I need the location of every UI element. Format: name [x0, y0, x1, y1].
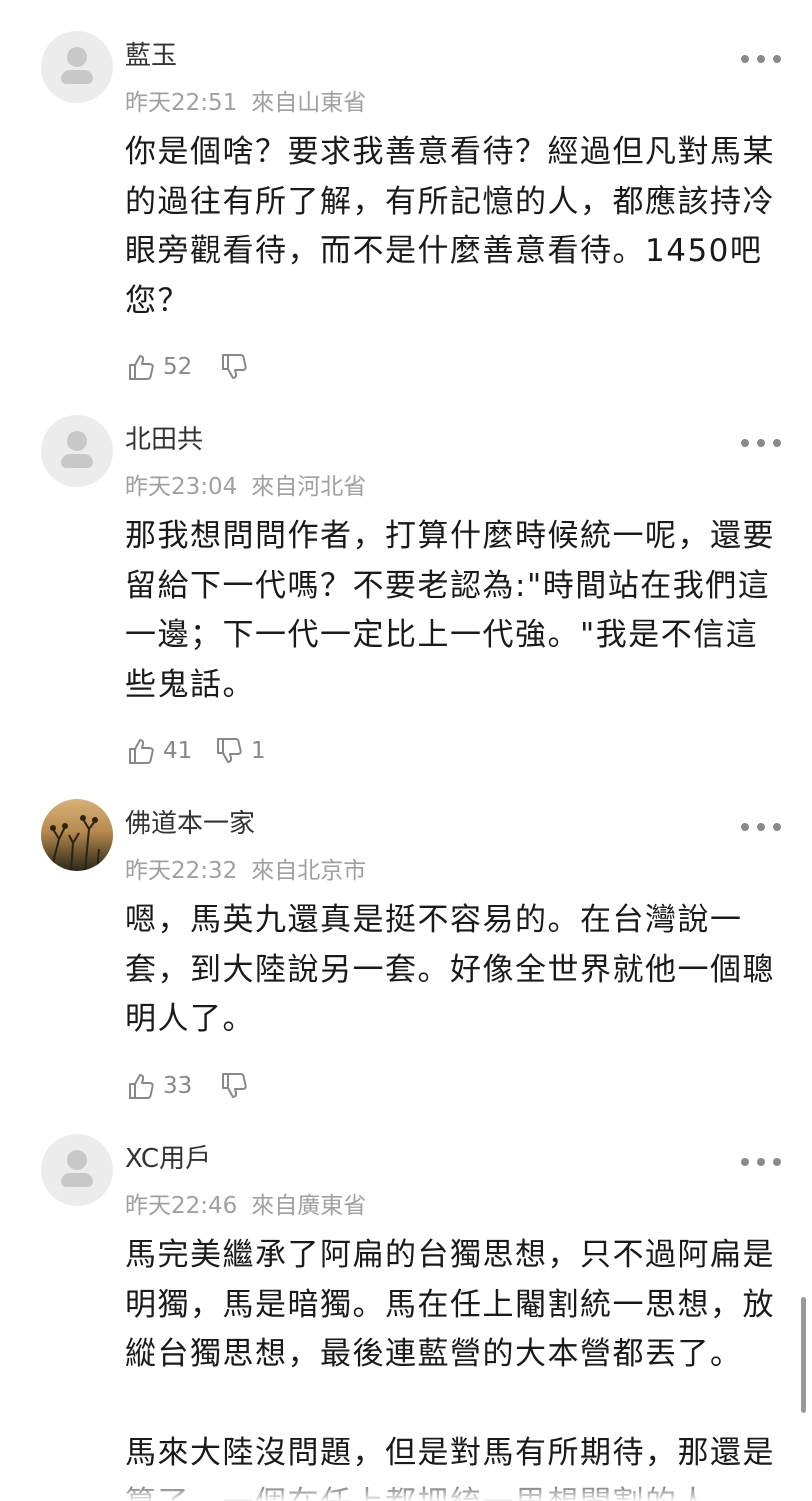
default-avatar-icon[interactable]: [41, 31, 113, 103]
like-count: 33: [163, 1073, 193, 1099]
comment-meta: 昨天23:04 來自河北省: [125, 467, 366, 501]
thumbs-up-icon: [129, 355, 154, 380]
like-count: 41: [163, 738, 193, 764]
thumbs-up-icon: [129, 1074, 154, 1099]
like-button[interactable]: 41: [127, 734, 192, 768]
comment-username[interactable]: 藍玉: [125, 35, 177, 72]
comment-feed: 藍玉 昨天22:51 來自山東省 你是個啥？要求我善意看待？經過但凡對馬某的過往有…: [0, 0, 812, 1501]
more-dots-icon[interactable]: [741, 821, 781, 833]
thumbs-down-icon: [217, 738, 242, 763]
more-dots-icon[interactable]: [741, 1156, 781, 1168]
comment-username[interactable]: 北田共: [125, 419, 203, 456]
comment-meta: 昨天22:51 來自山東省: [125, 83, 366, 117]
default-avatar-icon[interactable]: [41, 1134, 113, 1206]
comment-username[interactable]: XC用戶: [125, 1138, 211, 1175]
like-button[interactable]: 33: [127, 1069, 192, 1103]
default-avatar-icon[interactable]: [41, 415, 113, 487]
dislike-count: 1: [251, 738, 266, 764]
dislike-button[interactable]: 1: [215, 734, 266, 768]
comment-meta: 昨天22:32 來自北京市: [125, 851, 366, 885]
comment-location: 來自北京市: [251, 858, 367, 884]
thumbs-down-icon: [222, 1073, 247, 1098]
thumbs-down-icon: [222, 354, 247, 379]
more-dots-icon[interactable]: [741, 437, 781, 449]
comment-location: 來自廣東省: [251, 1193, 367, 1219]
thumbs-up-icon: [129, 739, 154, 764]
comment-location: 來自河北省: [251, 474, 367, 500]
bottom-fade: [0, 1474, 812, 1501]
comment-text: 那我想問問作者，打算什麼時候統一呢，還要留給下一代嗎？不要老認為:"時間站在我們…: [125, 518, 775, 703]
like-button[interactable]: 52: [127, 350, 192, 384]
comment-text: 你是個啥？要求我善意看待？經過但凡對馬某的過往有所了解，有所記憶的人，都應該持冷…: [125, 134, 775, 319]
user-photo-avatar[interactable]: [41, 799, 113, 871]
comment-time: 昨天22:51: [125, 90, 238, 116]
comment-time: 昨天22:46: [125, 1193, 238, 1219]
like-count: 52: [163, 354, 193, 380]
silhouette-plant-icon: [50, 815, 100, 871]
more-dots-icon[interactable]: [741, 53, 781, 65]
comment-time: 昨天23:04: [125, 474, 238, 500]
comment-time: 昨天22:32: [125, 858, 238, 884]
dislike-button[interactable]: [220, 350, 256, 384]
comment-location: 來自山東省: [251, 90, 367, 116]
scrollbar[interactable]: [801, 1297, 806, 1413]
comment-username[interactable]: 佛道本一家: [125, 803, 255, 840]
dislike-button[interactable]: [220, 1069, 256, 1103]
comment-text: 馬完美繼承了阿扁的台獨思想，只不過阿扁是明獨，馬是暗獨。馬在任上閹割統一思想，放…: [125, 1237, 775, 1372]
comment-text: 嗯，馬英九還真是挺不容易的。在台灣說一套，到大陸說另一套。好像全世界就他一個聰明…: [125, 902, 775, 1037]
comment-meta: 昨天22:46 來自廣東省: [125, 1186, 366, 1220]
